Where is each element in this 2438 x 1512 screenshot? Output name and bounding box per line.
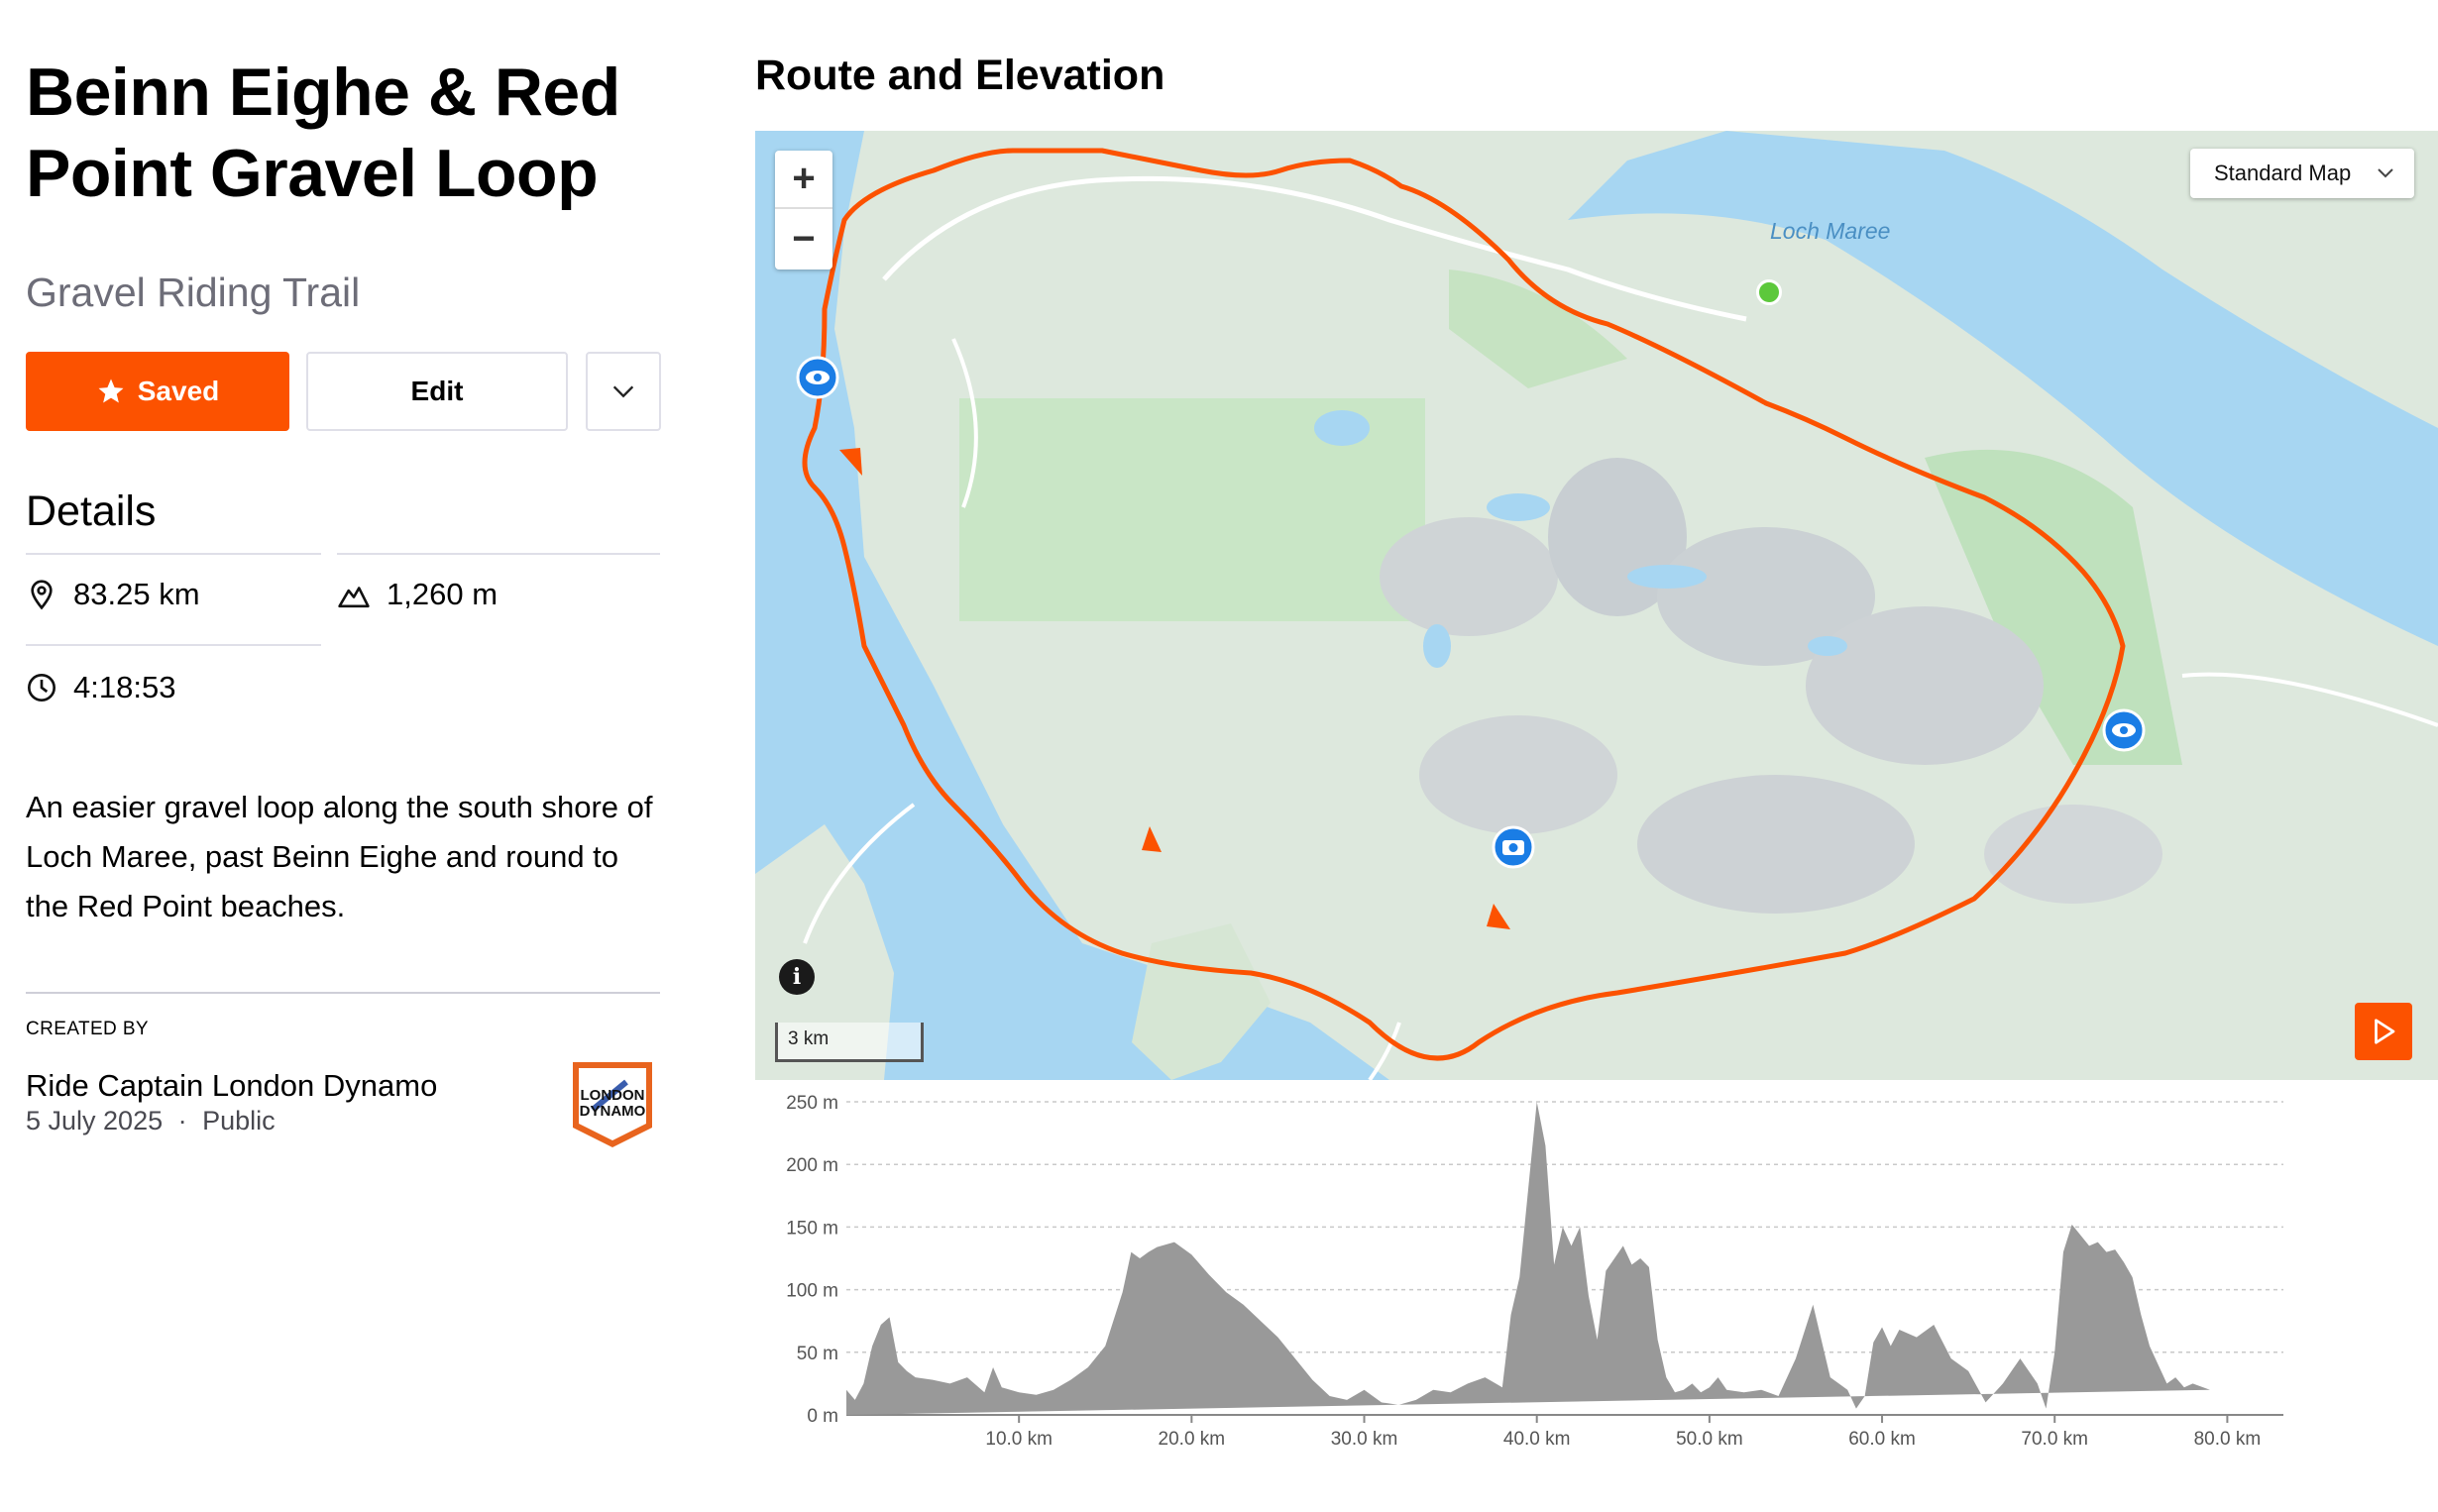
zoom-in-button[interactable]: + (775, 151, 832, 209)
elevation-area (846, 1102, 2210, 1415)
zoom-control: + − (775, 151, 832, 270)
distance-stat: 83.25 km (26, 555, 200, 634)
route-map[interactable]: Loch Maree + − Standard Map i 3 km (755, 131, 2438, 1080)
chevron-down-icon (2378, 168, 2393, 178)
club-logo[interactable]: LONDON DYNAMO (569, 1058, 656, 1149)
divider (26, 644, 321, 646)
details-heading: Details (26, 487, 157, 535)
edit-button[interactable]: Edit (306, 352, 568, 431)
flyover-play-button[interactable] (2355, 1003, 2412, 1060)
x-tick-label: 20.0 km (1159, 1429, 1226, 1450)
chevron-down-icon (612, 385, 634, 398)
x-tick-label: 30.0 km (1331, 1429, 1398, 1450)
map-style-value: Standard Map (2214, 161, 2352, 185)
created-date: 5 July 2025 (26, 1106, 164, 1135)
elevation-profile[interactable]: 0 m 50 m 100 m 150 m 200 m 250 m 10.0 km 20.0 k… (755, 1088, 2438, 1512)
x-tick-label: 60.0 km (1848, 1429, 1916, 1450)
y-tick-label: 50 m (797, 1344, 838, 1364)
location-pin-icon (31, 580, 53, 610)
eye-icon[interactable] (2101, 707, 2147, 753)
eye-icon[interactable] (795, 355, 840, 400)
x-tick-label: 40.0 km (1503, 1429, 1571, 1450)
route-heading: Route and Elevation (755, 52, 1165, 99)
x-tick-label: 50.0 km (1676, 1429, 1743, 1450)
distance-value: 83.25 km (73, 577, 200, 611)
camera-icon[interactable] (1491, 824, 1536, 870)
map-terrain (755, 131, 2438, 1080)
svg-text:DYNAMO: DYNAMO (580, 1103, 646, 1120)
meta-separator: · (177, 1106, 187, 1135)
divider (26, 992, 660, 994)
clock-icon (28, 674, 55, 702)
saved-label: Saved (137, 376, 220, 406)
creator-meta: 5 July 2025 · Public (26, 1106, 276, 1136)
elevation-chart: 0 m 50 m 100 m 150 m 200 m 250 m 10.0 km 20.0 k… (786, 1093, 2283, 1450)
y-tick-label: 100 m (786, 1281, 838, 1302)
created-by-label: CREATED BY (26, 1019, 150, 1039)
creator-name[interactable]: Ride Captain London Dynamo (26, 1068, 437, 1104)
route-description: An easier gravel loop along the south sh… (26, 790, 653, 923)
map-scale: 3 km (775, 1023, 924, 1062)
y-tick-label: 200 m (786, 1155, 838, 1176)
more-options-button[interactable] (586, 352, 661, 431)
y-tick-label: 250 m (786, 1093, 838, 1114)
moving-time-value: 4:18:53 (73, 670, 176, 704)
route-type: Gravel Riding Trail (26, 270, 361, 315)
page-title: Beinn Eighe & Red Point Gravel Loop (26, 54, 620, 211)
x-tick-label: 70.0 km (2021, 1429, 2088, 1450)
time-stat: 4:18:53 (26, 648, 175, 727)
svg-text:LONDON: LONDON (581, 1087, 645, 1104)
visibility: Public (202, 1106, 276, 1135)
x-tick-label: 80.0 km (2194, 1429, 2262, 1450)
y-tick-label: 150 m (786, 1218, 838, 1239)
y-tick-label: 0 m (807, 1406, 838, 1427)
saved-button[interactable]: Saved (26, 352, 289, 431)
zoom-out-button[interactable]: − (775, 210, 832, 269)
start-marker[interactable] (1756, 279, 1782, 305)
star-icon (98, 378, 124, 403)
loch-label: Loch Maree (1770, 218, 1891, 244)
mountain-icon (338, 587, 370, 608)
play-icon (2375, 1019, 2395, 1044)
elevation-stat: 1,260 m (337, 555, 498, 634)
info-button[interactable]: i (779, 959, 815, 995)
elevation-gain-value: 1,260 m (387, 577, 499, 611)
map-style-select[interactable]: Standard Map (2190, 149, 2414, 198)
x-tick-label: 10.0 km (985, 1429, 1053, 1450)
